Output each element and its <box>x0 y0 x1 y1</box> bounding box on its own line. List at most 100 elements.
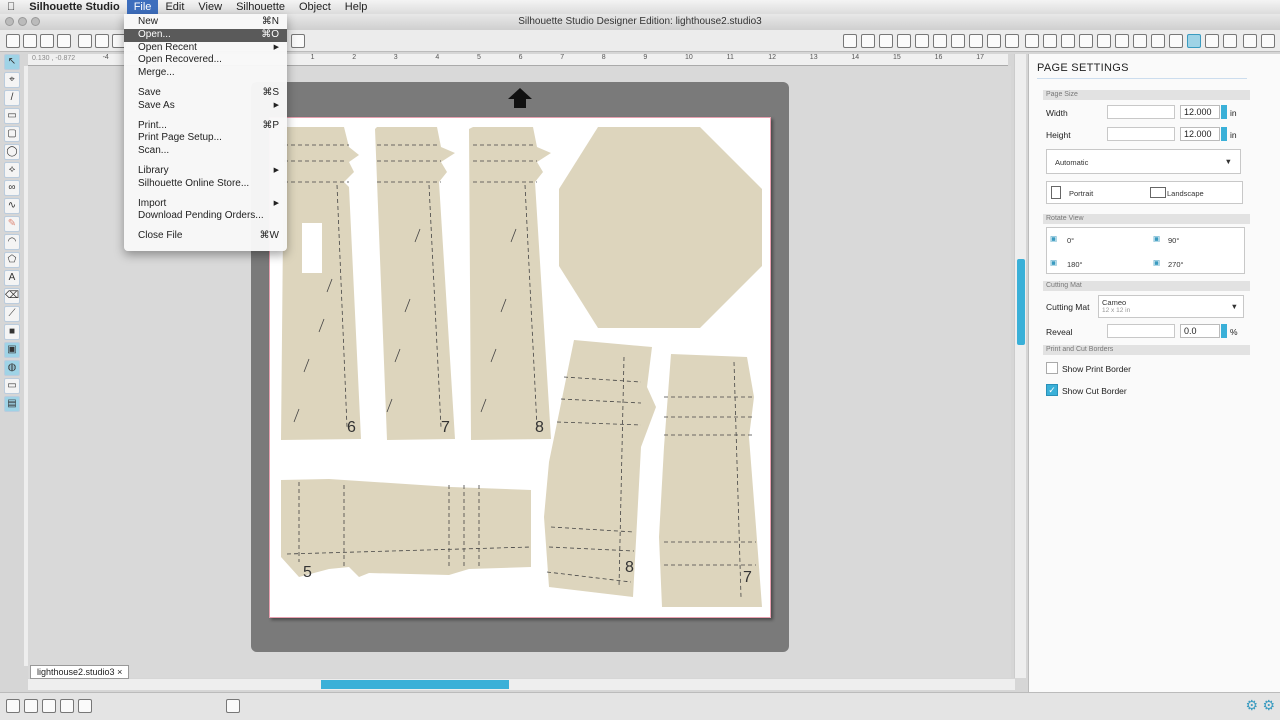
menu-item-download-pending-orders[interactable]: Download Pending Orders... <box>124 210 287 223</box>
print-icon[interactable] <box>78 34 92 48</box>
save-library-icon[interactable] <box>57 34 71 48</box>
pattern-panel-icon[interactable]: ◍ <box>4 360 20 376</box>
pencil-tool-icon[interactable]: ✎ <box>4 216 20 232</box>
point-edit-tool-icon[interactable]: ⌖ <box>4 72 20 88</box>
knife-tool-icon[interactable]: ⟋ <box>4 306 20 322</box>
modify-icon[interactable] <box>951 34 965 48</box>
window-icon[interactable]: ▭ <box>4 378 20 394</box>
layout-icon[interactable]: ▤ <box>4 396 20 412</box>
line-color-icon[interactable] <box>861 34 875 48</box>
apple-menu-icon[interactable]:  <box>0 0 22 14</box>
menu-edit[interactable]: Edit <box>158 0 191 14</box>
offset-icon[interactable] <box>969 34 983 48</box>
rotate-270-option[interactable]: 270° <box>1168 260 1184 269</box>
rotate-0-icon[interactable]: ▣ <box>1050 234 1057 243</box>
landscape-icon[interactable] <box>1150 187 1166 198</box>
eraser-tool-icon[interactable]: ⌫ <box>4 288 20 304</box>
registration-icon[interactable] <box>1205 34 1219 48</box>
group-icon[interactable] <box>291 34 305 48</box>
preferences-gear-icon[interactable]: ⚙ <box>1262 697 1275 714</box>
line-tool-icon[interactable]: / <box>4 90 20 106</box>
knife-icon[interactable] <box>1115 34 1129 48</box>
new-file-icon[interactable] <box>6 34 20 48</box>
cutter-icon[interactable] <box>1261 34 1275 48</box>
menu-object[interactable]: Object <box>292 0 338 14</box>
width-slider[interactable] <box>1107 105 1175 119</box>
store-icon[interactable] <box>1169 34 1183 48</box>
rotate-90-icon[interactable]: ▣ <box>1153 234 1160 243</box>
rotate-180-option[interactable]: 180° <box>1067 260 1083 269</box>
save-icon[interactable] <box>40 34 54 48</box>
page-settings-icon[interactable] <box>1187 34 1201 48</box>
menu-item-save-as[interactable]: Save As ▶ <box>124 100 287 113</box>
print-cut-icon[interactable] <box>1223 34 1237 48</box>
fill-color-icon[interactable] <box>843 34 857 48</box>
arc-tool-icon[interactable]: ◠ <box>4 234 20 250</box>
menu-silhouette[interactable]: Silhouette <box>229 0 292 14</box>
reveal-input[interactable]: 0.0 <box>1180 324 1220 338</box>
document-tab[interactable]: lighthouse2.studio3 × <box>30 665 130 679</box>
vertical-scroll-thumb[interactable] <box>1017 259 1025 345</box>
rounded-rectangle-tool-icon[interactable]: ▢ <box>4 126 20 142</box>
weld-icon[interactable] <box>1097 34 1111 48</box>
pan-icon[interactable] <box>226 699 240 713</box>
send-to-cutter-icon[interactable] <box>95 34 109 48</box>
zoom-fit-icon[interactable] <box>78 699 92 713</box>
text-tool-icon[interactable]: A <box>4 270 20 286</box>
menu-item-silhouette-online-store[interactable]: Silhouette Online Store... <box>124 178 287 191</box>
transform-icon[interactable] <box>933 34 947 48</box>
rotate-icon[interactable] <box>1043 34 1057 48</box>
rotate-270-icon[interactable]: ▣ <box>1153 258 1160 267</box>
zoom-in-icon[interactable] <box>42 699 56 713</box>
close-tab-icon[interactable]: × <box>117 667 122 677</box>
freehand-tool-icon[interactable]: ∿ <box>4 198 20 214</box>
zoom-out-icon[interactable] <box>60 699 74 713</box>
horizontal-scroll-thumb[interactable] <box>321 680 509 689</box>
width-stepper[interactable] <box>1221 105 1227 119</box>
rectangle-tool-icon[interactable]: ▭ <box>4 108 20 124</box>
library-icon[interactable] <box>1151 34 1165 48</box>
shape-icon[interactable] <box>897 34 911 48</box>
show-cut-border-checkbox[interactable]: ✓ <box>1046 384 1058 396</box>
zoom-window-button[interactable] <box>31 17 40 26</box>
portrait-option[interactable]: Portrait <box>1069 189 1093 198</box>
close-window-button[interactable] <box>5 17 14 26</box>
horizontal-scrollbar[interactable] <box>28 679 1015 690</box>
ellipse-tool-icon[interactable]: ◯ <box>4 144 20 160</box>
menu-item-print-page-setup[interactable]: Print Page Setup... <box>124 132 287 145</box>
rotate-90-option[interactable]: 90° <box>1168 236 1179 245</box>
cutting-settings-icon[interactable] <box>1133 34 1147 48</box>
rotate-0-option[interactable]: 0° <box>1067 236 1074 245</box>
portrait-icon[interactable] <box>1051 186 1061 199</box>
menu-item-close-file[interactable]: Close File ⌘W <box>124 230 287 243</box>
polygon-tool-icon[interactable]: ⟡ <box>4 162 20 178</box>
app-menu[interactable]: Silhouette Studio <box>22 0 126 14</box>
height-input[interactable]: 12.000 <box>1180 127 1220 141</box>
menu-item-open-recent[interactable]: Open Recent ▶ <box>124 42 287 55</box>
width-input[interactable]: 12.000 <box>1180 105 1220 119</box>
settings-gear-icon[interactable]: ⚙ <box>1245 697 1258 714</box>
menu-item-scan[interactable]: Scan... <box>124 145 287 158</box>
menu-item-new[interactable]: New ⌘N <box>124 16 287 29</box>
height-slider[interactable] <box>1107 127 1175 141</box>
align-icon[interactable] <box>1025 34 1039 48</box>
menu-item-open[interactable]: Open... ⌘O <box>124 28 287 42</box>
menu-view[interactable]: View <box>191 0 229 14</box>
regular-polygon-tool-icon[interactable]: ⬠ <box>4 252 20 268</box>
open-file-icon[interactable] <box>23 34 37 48</box>
menu-item-save[interactable]: Save ⌘S <box>124 87 287 100</box>
landscape-option[interactable]: Landscape <box>1167 189 1204 198</box>
minimize-window-button[interactable] <box>18 17 27 26</box>
menu-item-library[interactable]: Library ▶ <box>124 165 287 178</box>
menu-item-merge[interactable]: Merge... <box>124 67 287 80</box>
curve-tool-icon[interactable]: ∞ <box>4 180 20 196</box>
menu-file[interactable]: File <box>126 0 159 14</box>
rotate-180-icon[interactable]: ▣ <box>1050 258 1057 267</box>
fill-panel-icon[interactable]: ▣ <box>4 342 20 358</box>
select-all-icon[interactable] <box>6 699 20 713</box>
cutting-mat-dropdown[interactable]: Cameo 12 x 12 in ▼ <box>1098 295 1244 318</box>
reveal-slider[interactable] <box>1107 324 1175 338</box>
menu-help[interactable]: Help <box>338 0 375 14</box>
reveal-stepper[interactable] <box>1221 324 1227 338</box>
zoom-icon[interactable]: ■ <box>4 324 20 340</box>
